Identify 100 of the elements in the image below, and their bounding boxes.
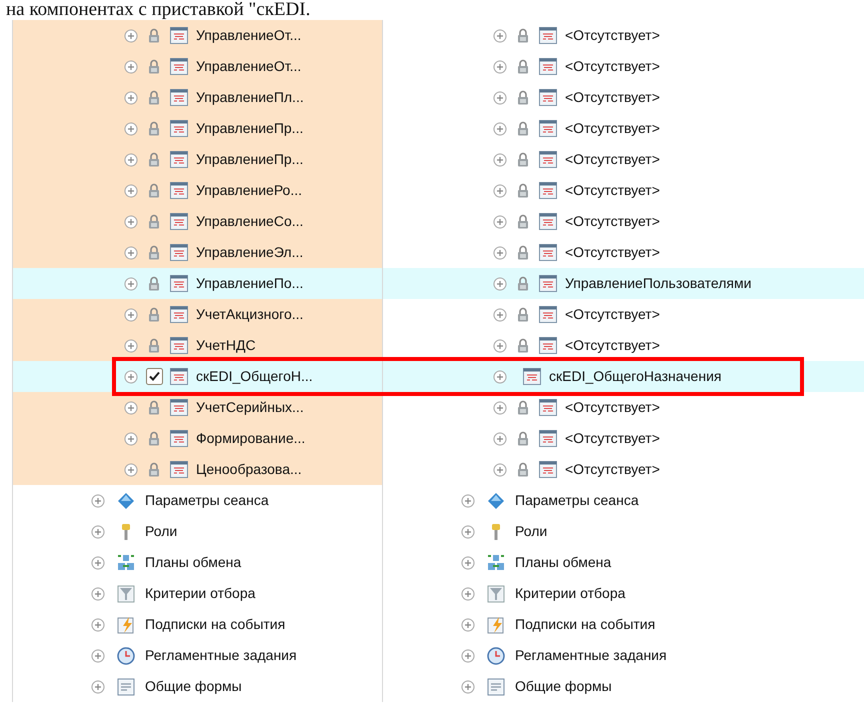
tree-item-label[interactable]: <Отсутствует>: [565, 56, 660, 77]
tree-item-label[interactable]: УправлениеПользователями: [565, 273, 752, 294]
tree-item-label[interactable]: Подписки на события: [145, 614, 286, 635]
tree-row[interactable]: УправлениеСо...: [12, 206, 383, 237]
expand-icon[interactable]: [493, 370, 507, 384]
expand-icon[interactable]: [124, 308, 138, 322]
tree-item-label[interactable]: Общие формы: [145, 676, 242, 697]
expand-icon[interactable]: [493, 60, 507, 74]
expand-icon[interactable]: [493, 276, 507, 290]
tree-item-label[interactable]: скEDI_ОбщегоНазначения: [549, 366, 722, 387]
expand-icon[interactable]: [461, 618, 475, 632]
tree-row[interactable]: УчетНДС: [12, 330, 383, 361]
expand-icon[interactable]: [493, 152, 507, 166]
tree-item-label[interactable]: Общие формы: [515, 676, 612, 697]
expand-icon[interactable]: [493, 214, 507, 228]
expand-icon[interactable]: [493, 28, 507, 42]
highlighted-row[interactable]: скEDI_ОбщегоН...: [12, 361, 383, 392]
tree-item-label[interactable]: УчетСерийных...: [196, 397, 304, 418]
expand-icon[interactable]: [493, 400, 507, 414]
expand-icon[interactable]: [91, 586, 105, 600]
tree-item-label[interactable]: УправлениеПо...: [196, 273, 304, 294]
tree-item-label[interactable]: <Отсутствует>: [565, 428, 660, 449]
expand-icon[interactable]: [124, 338, 138, 352]
expand-icon[interactable]: [493, 184, 507, 198]
tree-row[interactable]: Ценообразова...: [12, 454, 383, 485]
tree-item-label[interactable]: <Отсутствует>: [565, 118, 660, 139]
expand-icon[interactable]: [461, 524, 475, 538]
expand-icon[interactable]: [91, 494, 105, 508]
tree-item-label[interactable]: скEDI_ОбщегоН...: [196, 366, 313, 387]
expand-icon[interactable]: [91, 618, 105, 632]
expand-icon[interactable]: [91, 680, 105, 694]
expand-icon[interactable]: [124, 122, 138, 136]
expand-icon[interactable]: [124, 28, 138, 42]
expand-icon[interactable]: [461, 586, 475, 600]
tree-item-label[interactable]: Ценообразова...: [196, 459, 302, 480]
expand-icon[interactable]: [461, 556, 475, 570]
tree-item-label[interactable]: Подписки на события: [515, 614, 656, 635]
tree-item-label[interactable]: Планы обмена: [145, 552, 242, 573]
tree-item-label[interactable]: Регламентные задания: [515, 645, 667, 666]
tree-row[interactable]: УправлениеЭл...: [12, 237, 383, 268]
tree-item-label[interactable]: УправлениеСо...: [196, 211, 304, 232]
tree-item-label[interactable]: Параметры сеанса: [145, 490, 269, 511]
highlighted-row[interactable]: скEDI_ОбщегоНазначения: [383, 361, 864, 392]
tree-item-label[interactable]: УправлениеПл...: [196, 87, 304, 108]
expand-icon[interactable]: [124, 214, 138, 228]
tree-item-label[interactable]: УправлениеПр...: [196, 118, 304, 139]
tree-row[interactable]: УправлениеРо...: [12, 175, 383, 206]
expand-icon[interactable]: [461, 494, 475, 508]
tree-item-label[interactable]: УправлениеОт...: [196, 25, 302, 46]
expand-icon[interactable]: [493, 308, 507, 322]
tree-row[interactable]: УправлениеПл...: [12, 82, 383, 113]
tree-row[interactable]: УчетСерийных...: [12, 392, 383, 423]
expand-icon[interactable]: [91, 524, 105, 538]
tree-item-label[interactable]: УчетАкцизного...: [196, 304, 304, 325]
expand-icon[interactable]: [91, 648, 105, 662]
tree-row[interactable]: УправлениеПр...: [12, 113, 383, 144]
tree-item-label[interactable]: Критерии отбора: [145, 583, 256, 604]
tree-item-label[interactable]: <Отсутствует>: [565, 242, 660, 263]
tree-item-label[interactable]: <Отсутствует>: [565, 149, 660, 170]
tree-item-label[interactable]: <Отсутствует>: [565, 459, 660, 480]
expand-icon[interactable]: [124, 184, 138, 198]
tree-row[interactable]: УправлениеПр...: [12, 144, 383, 175]
tree-item-label[interactable]: УчетНДС: [196, 335, 256, 356]
tree-item-label[interactable]: УправлениеПр...: [196, 149, 304, 170]
expand-icon[interactable]: [493, 122, 507, 136]
expand-icon[interactable]: [493, 90, 507, 104]
expand-icon[interactable]: [461, 680, 475, 694]
tree-item-label[interactable]: <Отсутствует>: [565, 25, 660, 46]
tree-item-label[interactable]: УправлениеЭл...: [196, 242, 304, 263]
tree-item-label[interactable]: <Отсутствует>: [565, 304, 660, 325]
tree-item-label[interactable]: Параметры сеанса: [515, 490, 639, 511]
tree-row[interactable]: УчетАкцизного...: [12, 299, 383, 330]
tree-item-label[interactable]: Критерии отбора: [515, 583, 626, 604]
expand-icon[interactable]: [124, 276, 138, 290]
expand-icon[interactable]: [124, 400, 138, 414]
expand-icon[interactable]: [493, 338, 507, 352]
expand-icon[interactable]: [461, 648, 475, 662]
tree-item-label[interactable]: <Отсутствует>: [565, 180, 660, 201]
tree-item-label[interactable]: Роли: [515, 521, 548, 542]
expand-icon[interactable]: [124, 462, 138, 476]
tree-row[interactable]: УправлениеОт...: [12, 20, 383, 51]
tree-row[interactable]: Формирование...: [12, 423, 383, 454]
tree-item-label[interactable]: <Отсутствует>: [565, 87, 660, 108]
checkbox[interactable]: [146, 368, 162, 385]
tree-item-label[interactable]: Планы обмена: [515, 552, 612, 573]
highlighted-row[interactable]: УправлениеПо...: [12, 268, 383, 299]
expand-icon[interactable]: [493, 246, 507, 260]
tree-item-label[interactable]: Формирование...: [196, 428, 306, 449]
tree-item-label[interactable]: <Отсутствует>: [565, 211, 660, 232]
tree-item-label[interactable]: <Отсутствует>: [565, 397, 660, 418]
expand-icon[interactable]: [124, 60, 138, 74]
expand-icon[interactable]: [493, 462, 507, 476]
expand-icon[interactable]: [91, 556, 105, 570]
highlighted-row[interactable]: УправлениеПользователями: [383, 268, 864, 299]
tree-item-label[interactable]: Регламентные задания: [145, 645, 297, 666]
expand-icon[interactable]: [124, 370, 138, 384]
expand-icon[interactable]: [124, 246, 138, 260]
tree-item-label[interactable]: Роли: [145, 521, 178, 542]
tree-item-label[interactable]: УправлениеРо...: [196, 180, 302, 201]
expand-icon[interactable]: [493, 432, 507, 446]
